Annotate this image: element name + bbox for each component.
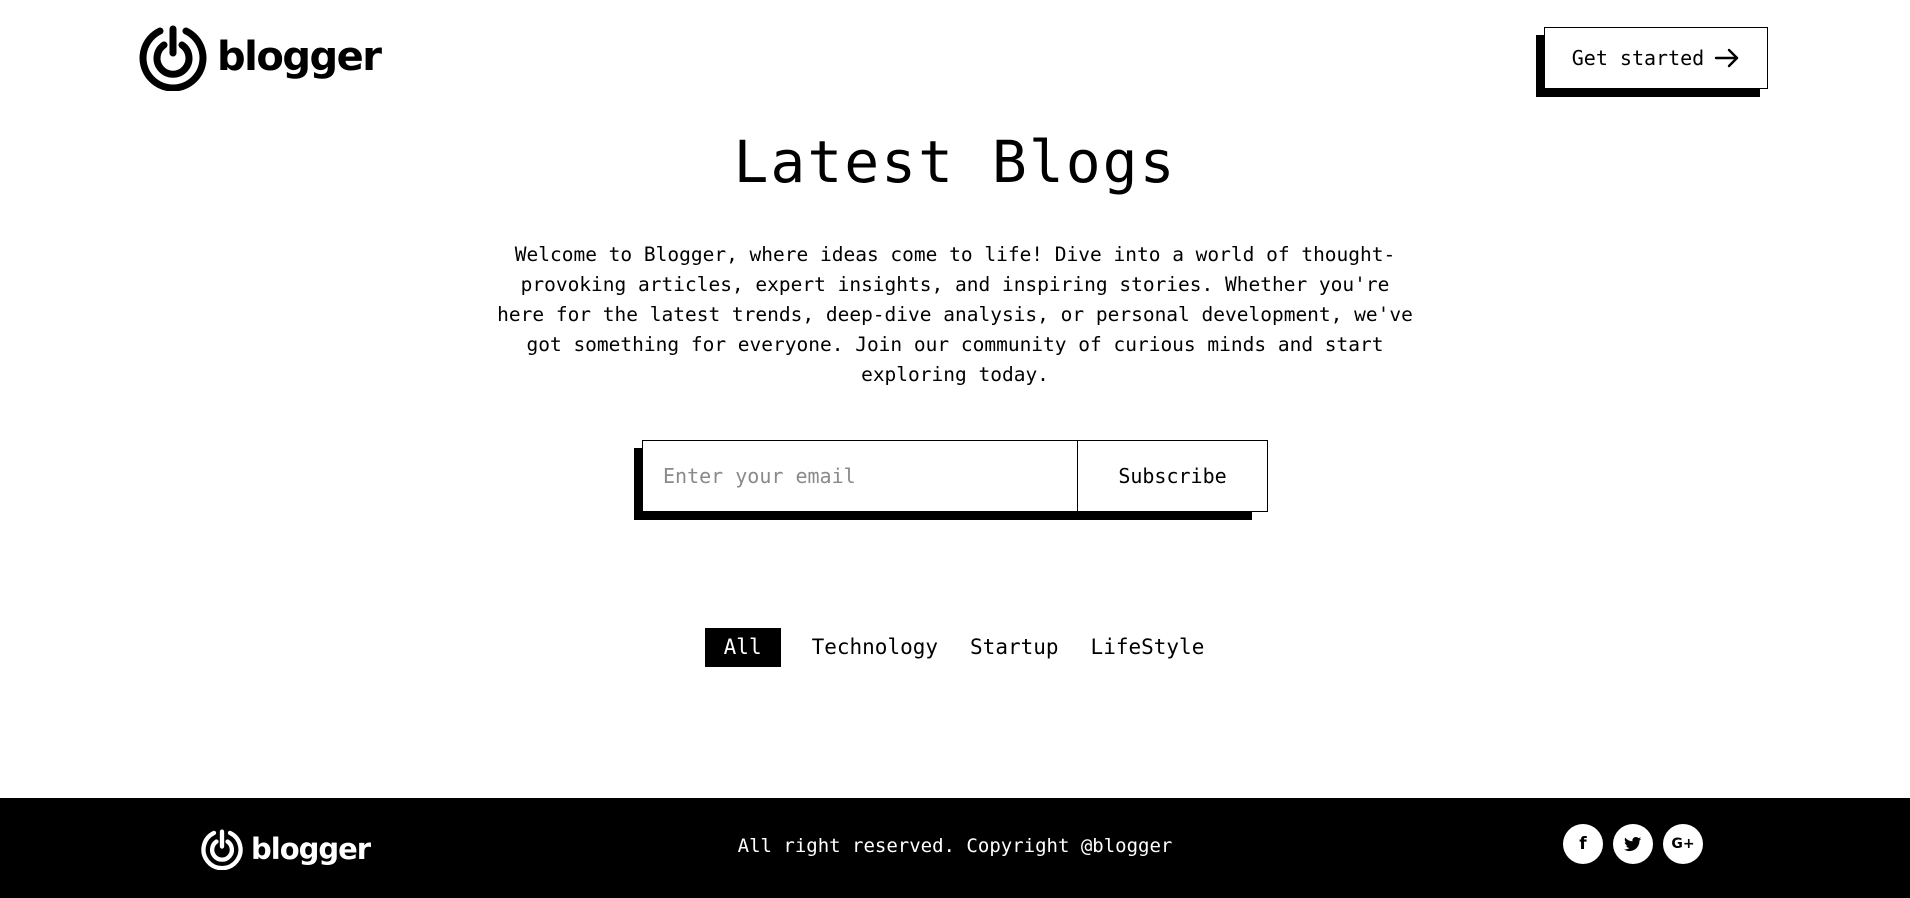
facebook-icon: f [1579,834,1587,854]
get-started-label: Get started [1571,46,1705,70]
social-links: f G+ [1563,824,1703,864]
filter-technology[interactable]: Technology [811,628,939,667]
subscribe-box: Subscribe [642,440,1268,512]
logo-text: blogger [217,34,382,80]
arrow-right-icon [1715,48,1739,68]
intro-text: Welcome to Blogger, where ideas come to … [497,243,1413,386]
filter-startup[interactable]: Startup [969,628,1060,667]
twitter-button[interactable] [1613,824,1653,864]
blogger-logo[interactable]: blogger [139,23,382,91]
filter-all[interactable]: All [704,628,781,667]
google-plus-button[interactable]: G+ [1663,824,1703,864]
email-input[interactable] [643,441,1078,511]
category-filters: All Technology Startup LifeStyle [0,628,1910,667]
site-footer: blogger All right reserved. Copyright @b… [0,798,1910,898]
subscribe-button[interactable]: Subscribe [1078,441,1267,511]
filter-lifestyle[interactable]: LifeStyle [1090,628,1206,667]
google-plus-icon: G+ [1671,836,1695,852]
subscribe-form: Subscribe [634,440,1268,520]
facebook-button[interactable]: f [1563,824,1603,864]
blogger-logo-icon [139,25,207,91]
get-started-wrap: Get started [1536,27,1768,97]
twitter-icon [1624,836,1642,851]
get-started-button[interactable]: Get started [1544,27,1768,89]
site-header: blogger Get started [0,0,1910,120]
page-title: Latest Blogs [733,128,1177,196]
